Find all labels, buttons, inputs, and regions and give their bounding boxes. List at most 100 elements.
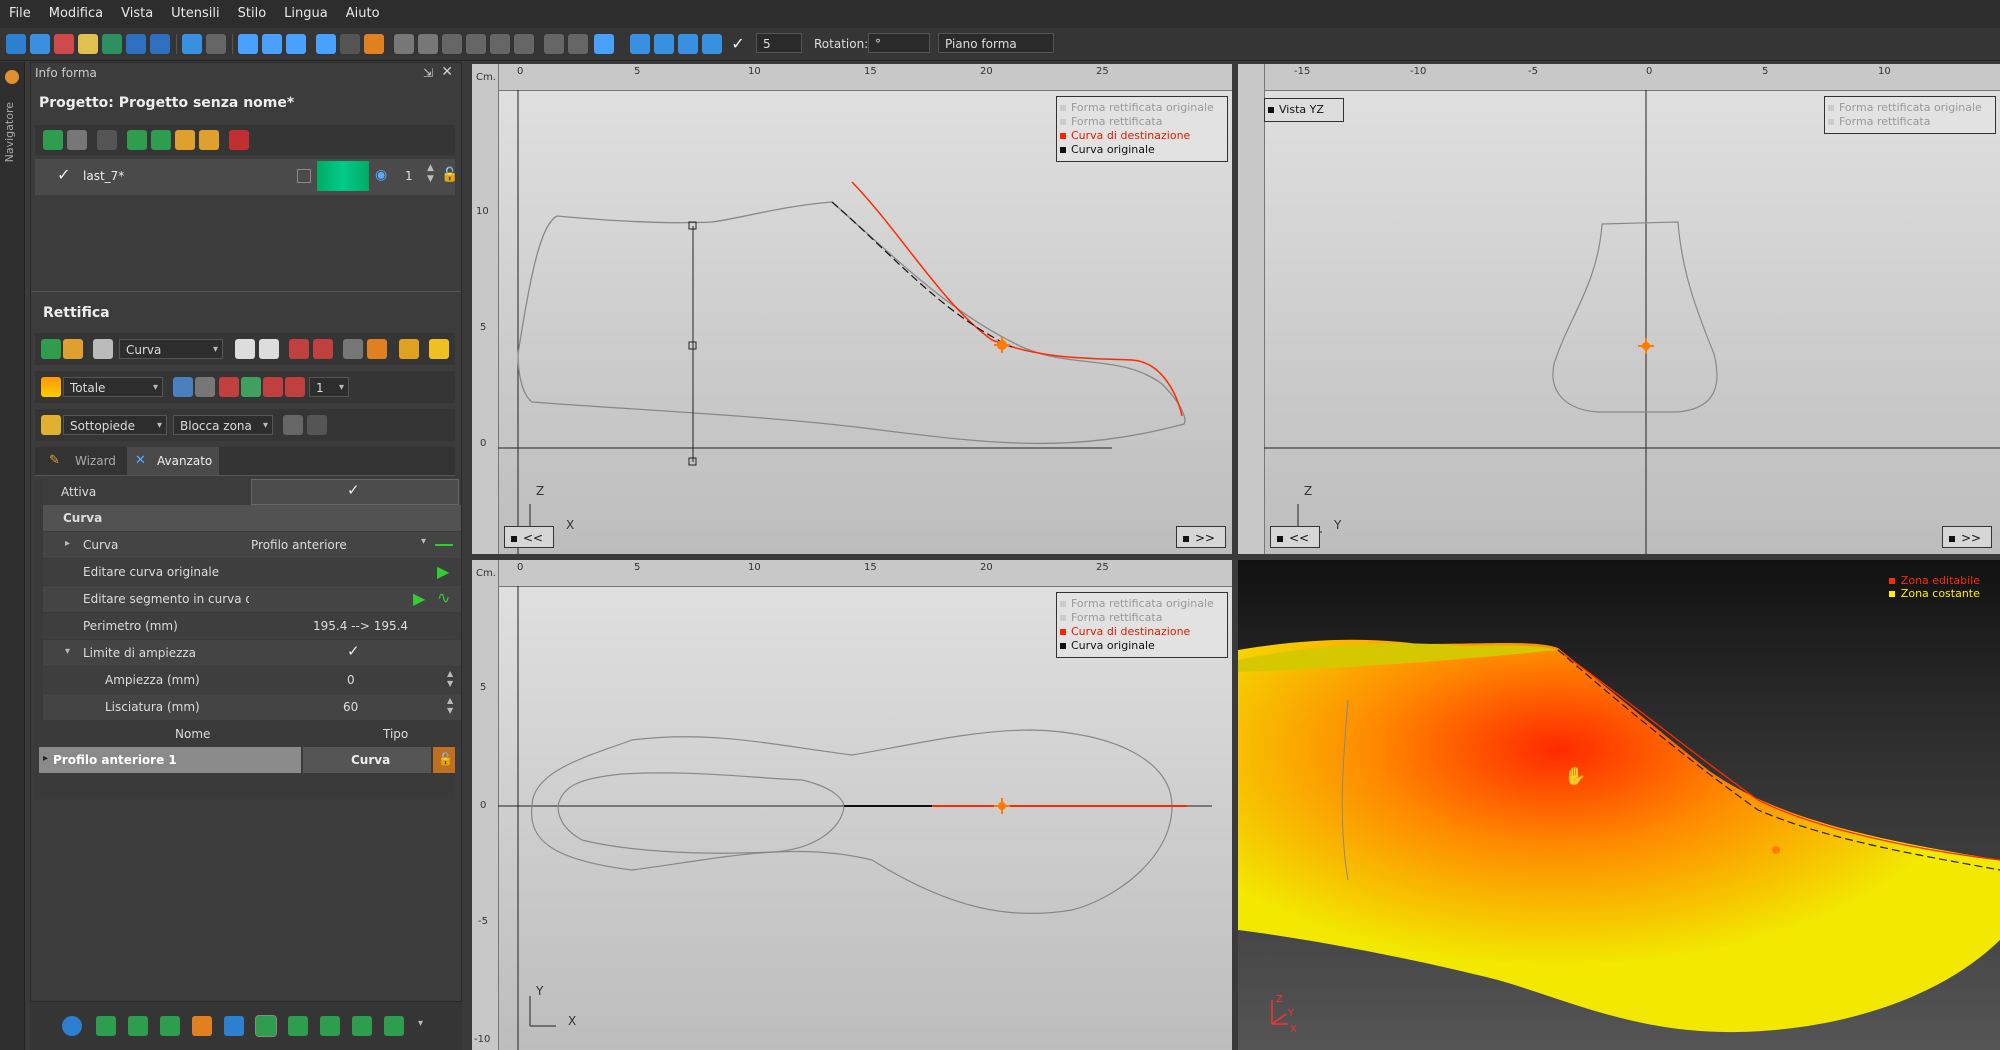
star-icon[interactable] xyxy=(5,70,19,84)
blocca-zona-select[interactable]: Blocca zona xyxy=(173,415,273,436)
curve-c-icon[interactable] xyxy=(160,1016,180,1036)
curve-edit-icon[interactable] xyxy=(255,1015,277,1037)
lisciatura-spin[interactable]: ▲ ▼ xyxy=(447,696,453,716)
line-tool-icon[interactable] xyxy=(340,34,360,54)
ampiezza-spin[interactable]: ▲ ▼ xyxy=(447,669,453,689)
color-swatch-icon[interactable] xyxy=(41,377,61,397)
lock-b-icon[interactable] xyxy=(367,339,387,359)
prop-limite-row[interactable]: ▾ Limite di ampiezza ✓ xyxy=(43,640,461,666)
layer-spin-arrows[interactable]: ▲ ▼ xyxy=(427,163,434,185)
curve-type-select[interactable]: Curva xyxy=(119,339,223,360)
grid-b-icon[interactable] xyxy=(195,377,215,397)
last-icon[interactable] xyxy=(102,34,122,54)
ampiezza-value[interactable]: 0 xyxy=(347,673,355,687)
expand-icon[interactable]: ▸ xyxy=(65,538,70,549)
prop-lisciatura-row[interactable]: Lisciatura (mm) 60 ▲ ▼ xyxy=(43,694,461,720)
prev-view-button[interactable]: << xyxy=(504,526,554,548)
row-lock-icon[interactable]: 🔓 xyxy=(438,752,453,766)
viewport-xz[interactable]: Cm. 0 5 10 15 20 25 10 5 0 Z X Forma ret… xyxy=(472,64,1232,554)
attiva-checkbox[interactable]: ✓ xyxy=(347,481,360,499)
prop-ampiezza-row[interactable]: Ampiezza (mm) 0 ▲ ▼ xyxy=(43,667,461,693)
layer-tool-e-icon[interactable] xyxy=(229,130,249,150)
redo-icon[interactable] xyxy=(206,34,226,54)
curve-b-icon[interactable] xyxy=(128,1016,148,1036)
navigator-tab[interactable]: Navigatore xyxy=(3,102,16,162)
curve-g-icon[interactable] xyxy=(384,1016,404,1036)
wave-icon[interactable]: ∿ xyxy=(437,588,450,607)
home-icon[interactable] xyxy=(289,339,309,359)
remove-layer-icon[interactable] xyxy=(67,130,87,150)
tab-wizard[interactable]: ✎ Wizard xyxy=(41,447,125,475)
curve-d-icon[interactable] xyxy=(288,1016,308,1036)
pen-icon[interactable] xyxy=(224,1016,244,1036)
row-expand-icon[interactable]: ▸ xyxy=(43,753,48,764)
envelope-b-icon[interactable] xyxy=(259,339,279,359)
tool-g-icon[interactable] xyxy=(544,34,564,54)
undo-icon[interactable] xyxy=(182,34,202,54)
save-as-icon[interactable] xyxy=(30,34,50,54)
view-plane-select[interactable]: Piano forma xyxy=(938,33,1054,53)
save-icon[interactable] xyxy=(6,34,26,54)
tool-a-icon[interactable] xyxy=(394,34,414,54)
scale-icon[interactable] xyxy=(702,34,722,54)
next-view-button-yz[interactable]: >> xyxy=(1942,526,1992,548)
cut-icon[interactable] xyxy=(192,1016,212,1036)
rotate-icon[interactable] xyxy=(678,34,698,54)
compare-icon[interactable] xyxy=(150,34,170,54)
menu-modifica[interactable]: Modifica xyxy=(40,0,112,28)
measure-icon[interactable] xyxy=(126,34,146,54)
prop-edit-orig-row[interactable]: Editare curva originale ▶ xyxy=(43,559,461,585)
curve-tool-icon[interactable] xyxy=(316,34,336,54)
close-icon[interactable]: ✕ xyxy=(441,64,453,80)
checkmark-icon[interactable]: ✓ xyxy=(728,34,748,54)
tool-h-icon[interactable] xyxy=(568,34,588,54)
tab-avanzato[interactable]: ✕ Avanzato xyxy=(127,447,219,475)
collapse-icon[interactable]: ▾ xyxy=(65,646,70,657)
grid-c-icon[interactable] xyxy=(219,377,239,397)
prop-curva-row[interactable]: ▸ Curva Profilo anteriore ▾ xyxy=(43,532,461,558)
play-segment-icon[interactable]: ▶ xyxy=(413,589,425,608)
curva-dropdown-icon[interactable]: ▾ xyxy=(421,536,426,547)
totale-select[interactable]: Totale xyxy=(63,377,163,398)
grid-e-icon[interactable] xyxy=(263,377,283,397)
layer-tool-c-icon[interactable] xyxy=(175,130,195,150)
bucket-icon[interactable] xyxy=(93,339,113,359)
zoom-icon[interactable] xyxy=(238,34,258,54)
info-icon[interactable] xyxy=(62,1016,82,1036)
totale-spinbox[interactable]: 1 xyxy=(309,377,349,398)
tool-d-icon[interactable] xyxy=(466,34,486,54)
copy-icon[interactable] xyxy=(283,415,303,435)
select-icon[interactable] xyxy=(286,34,306,54)
layer-row[interactable]: ✓ last_7* ◉ 1 ▲ ▼ 🔓 xyxy=(35,159,458,195)
sottopiede-select[interactable]: Sottopiede xyxy=(63,415,167,436)
prop-edit-seg-row[interactable]: Editare segmento in curva origin ▶ ∿ xyxy=(43,586,461,612)
move-icon[interactable] xyxy=(654,34,674,54)
tool-i-icon[interactable] xyxy=(594,34,614,54)
ruler-icon[interactable] xyxy=(364,34,384,54)
next-view-button[interactable]: >> xyxy=(1176,526,1226,548)
lisciatura-value[interactable]: 60 xyxy=(343,700,358,714)
tool-e-icon[interactable] xyxy=(490,34,510,54)
add-layer-icon[interactable] xyxy=(43,130,63,150)
pin-icon[interactable]: ⇲ xyxy=(423,66,433,80)
layer-checkbox[interactable] xyxy=(297,169,311,183)
step-spinbox[interactable]: 5 xyxy=(756,33,802,53)
grid-f-icon[interactable] xyxy=(285,377,305,397)
layer-visible-check[interactable]: ✓ xyxy=(57,165,70,184)
apply-icon[interactable] xyxy=(41,339,61,359)
viewport-yz[interactable]: -15 -10 -5 0 5 10 Z Y Vista YZ Forma ret… xyxy=(1238,64,2000,554)
pan-icon[interactable] xyxy=(262,34,282,54)
curve-a-icon[interactable] xyxy=(96,1016,116,1036)
layer-tool-b-icon[interactable] xyxy=(151,130,171,150)
menu-aiuto[interactable]: Aiuto xyxy=(337,0,389,28)
menu-utensili[interactable]: Utensili xyxy=(162,0,228,28)
flash-icon[interactable] xyxy=(429,339,449,359)
mail-icon[interactable] xyxy=(78,34,98,54)
flash-lock-icon[interactable] xyxy=(399,339,419,359)
prev-view-button-yz[interactable]: << xyxy=(1270,526,1320,548)
menu-stilo[interactable]: Stilo xyxy=(229,0,276,28)
fit-icon[interactable] xyxy=(313,339,333,359)
lock-icon[interactable]: 🔓 xyxy=(441,167,458,183)
grid-a-icon[interactable] xyxy=(173,377,193,397)
hand-icon[interactable] xyxy=(63,339,83,359)
